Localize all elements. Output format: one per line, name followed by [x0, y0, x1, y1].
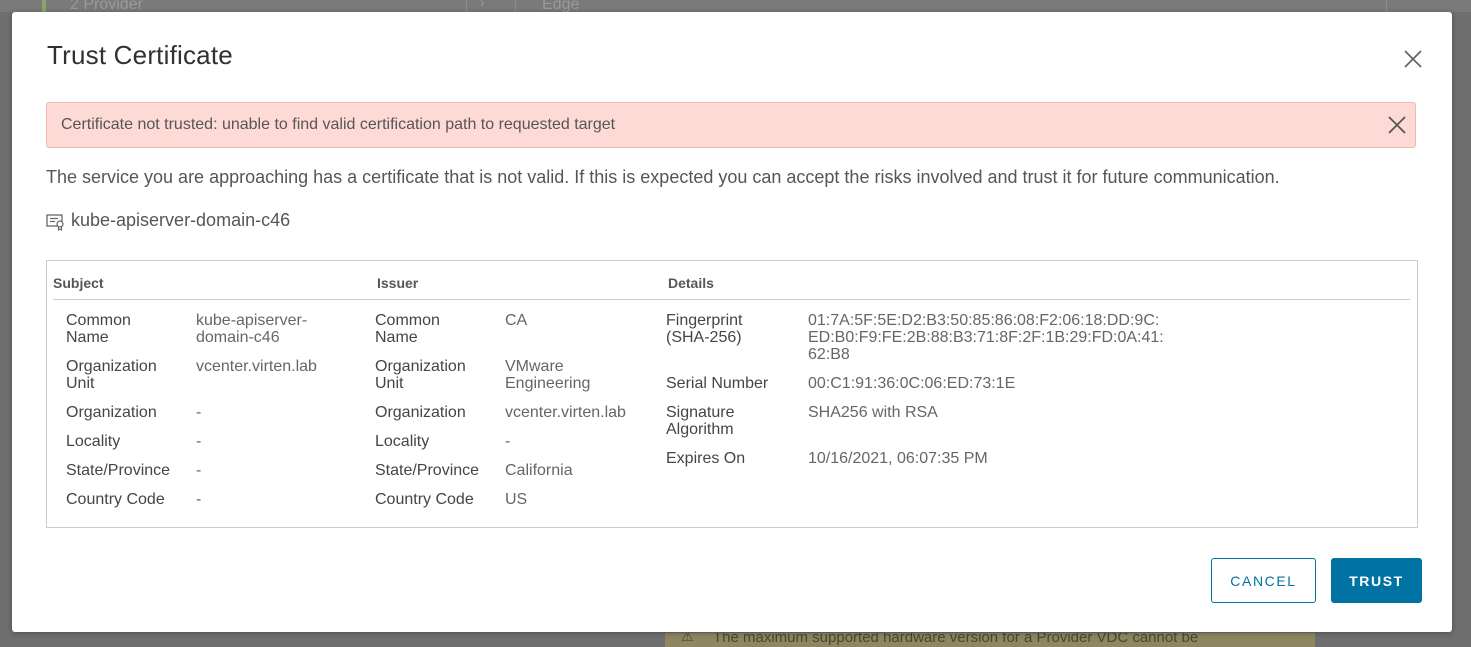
- background-warning-banner: ⚠ The maximum supported hardware version…: [665, 633, 1315, 647]
- issuer-locality-label: Locality: [375, 433, 430, 450]
- alert-close-icon[interactable]: [1387, 115, 1407, 135]
- trust-certificate-dialog: Trust Certificate Certificate not truste…: [12, 12, 1452, 632]
- issuer-organization-label: Organization: [375, 404, 466, 421]
- subject-country-label: Country Code: [66, 491, 165, 508]
- expires-on-label: Expires On: [666, 450, 746, 467]
- background-divider: [466, 0, 467, 12]
- subject-org-unit-label: Organization Unit: [66, 358, 157, 392]
- subject-locality-label: Locality: [66, 433, 121, 450]
- background-divider: [1386, 0, 1387, 12]
- issuer-country-value: US: [505, 491, 528, 508]
- issuer-common-name-value: CA: [505, 312, 528, 329]
- serial-number-value: 00:C1:91:36:0C:06:ED:73:1E: [808, 375, 1016, 392]
- issuer-org-unit-value: VMware Engineering: [505, 358, 591, 392]
- background-divider: [515, 0, 516, 12]
- background-wizard-strip: 2 Provider › Edge: [0, 0, 1471, 13]
- close-icon[interactable]: [1401, 47, 1425, 71]
- issuer-country-label: Country Code: [375, 491, 474, 508]
- chevron-right-icon: ›: [480, 0, 485, 10]
- subject-state-label: State/Province: [66, 462, 171, 479]
- subject-organization-value: -: [196, 404, 202, 421]
- error-alert: Certificate not trusted: unable to find …: [46, 102, 1416, 148]
- fingerprint-value: 01:7A:5F:5E:D2:B3:50:85:86:08:F2:06:18:D…: [808, 312, 1164, 363]
- background-warning-text: The maximum supported hardware version f…: [713, 633, 1199, 646]
- trust-button[interactable]: TRUST: [1331, 558, 1422, 603]
- alert-message: Certificate not trusted: unable to find …: [61, 116, 616, 133]
- issuer-organization-value: vcenter.virten.lab: [505, 404, 626, 421]
- certificate-icon: [46, 213, 66, 232]
- signature-algorithm-value: SHA256 with RSA: [808, 404, 938, 421]
- details-heading: Details: [668, 275, 714, 291]
- expires-on-value: 10/16/2021, 06:07:35 PM: [808, 450, 988, 467]
- issuer-common-name-label: Common Name: [375, 312, 440, 346]
- background-step-indicator: [42, 0, 46, 12]
- header-divider: [53, 299, 1410, 300]
- subject-state-value: -: [196, 462, 202, 479]
- issuer-state-value: California: [505, 462, 573, 479]
- issuer-state-label: State/Province: [375, 462, 480, 479]
- subject-org-unit-value: vcenter.virten.lab: [196, 358, 317, 375]
- subject-common-name-value: kube-apiserver-domain-c46: [196, 312, 308, 346]
- certificate-details-panel: Subject Issuer Details Common Name kube-…: [46, 260, 1418, 528]
- issuer-heading: Issuer: [377, 275, 419, 291]
- subject-country-value: -: [196, 491, 202, 508]
- cancel-button[interactable]: CANCEL: [1211, 558, 1316, 603]
- signature-algorithm-label: Signature Algorithm: [666, 404, 735, 438]
- dialog-title: Trust Certificate: [47, 40, 233, 70]
- subject-heading: Subject: [53, 275, 104, 291]
- serial-number-label: Serial Number: [666, 375, 769, 392]
- issuer-locality-value: -: [505, 433, 511, 450]
- subject-locality-value: -: [196, 433, 202, 450]
- issuer-org-unit-label: Organization Unit: [375, 358, 466, 392]
- fingerprint-label: Fingerprint (SHA-256): [666, 312, 743, 346]
- subject-organization-label: Organization: [66, 404, 157, 421]
- subject-common-name-label: Common Name: [66, 312, 131, 346]
- dialog-description: The service you are approaching has a ce…: [46, 167, 1280, 187]
- warning-icon: ⚠: [681, 633, 694, 644]
- certificate-name: kube-apiserver-domain-c46: [71, 210, 291, 230]
